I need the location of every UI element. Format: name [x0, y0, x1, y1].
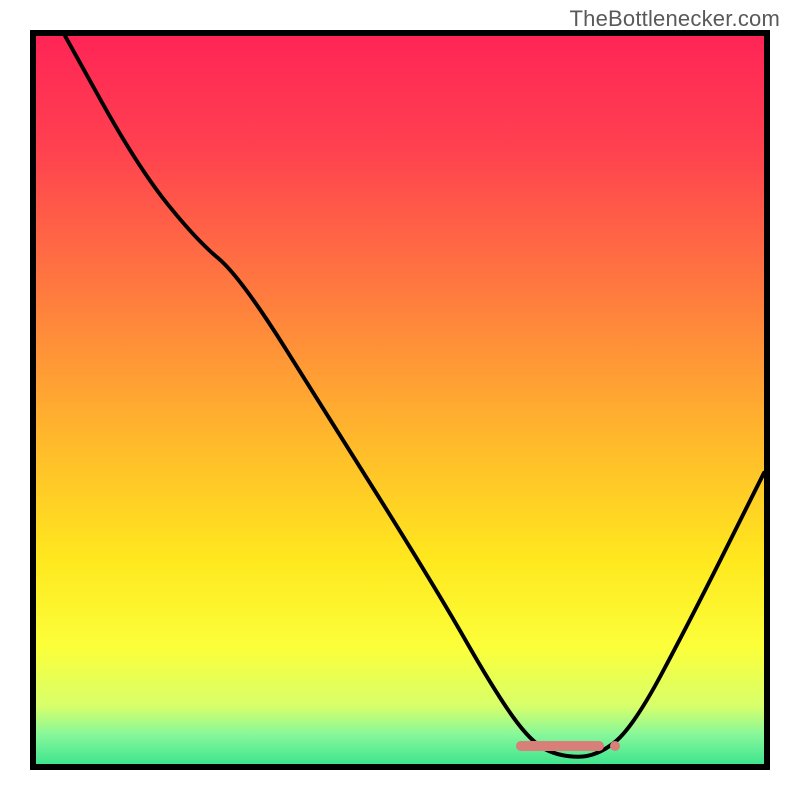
bottleneck-chart: TheBottlenecker.com — [0, 0, 800, 800]
optimal-range-dot — [610, 741, 620, 751]
watermark-text: TheBottlenecker.com — [570, 6, 780, 32]
bottleneck-curve — [65, 36, 764, 757]
curve-svg — [36, 36, 764, 764]
optimal-range-marker — [516, 741, 603, 751]
plot-area — [30, 30, 770, 770]
